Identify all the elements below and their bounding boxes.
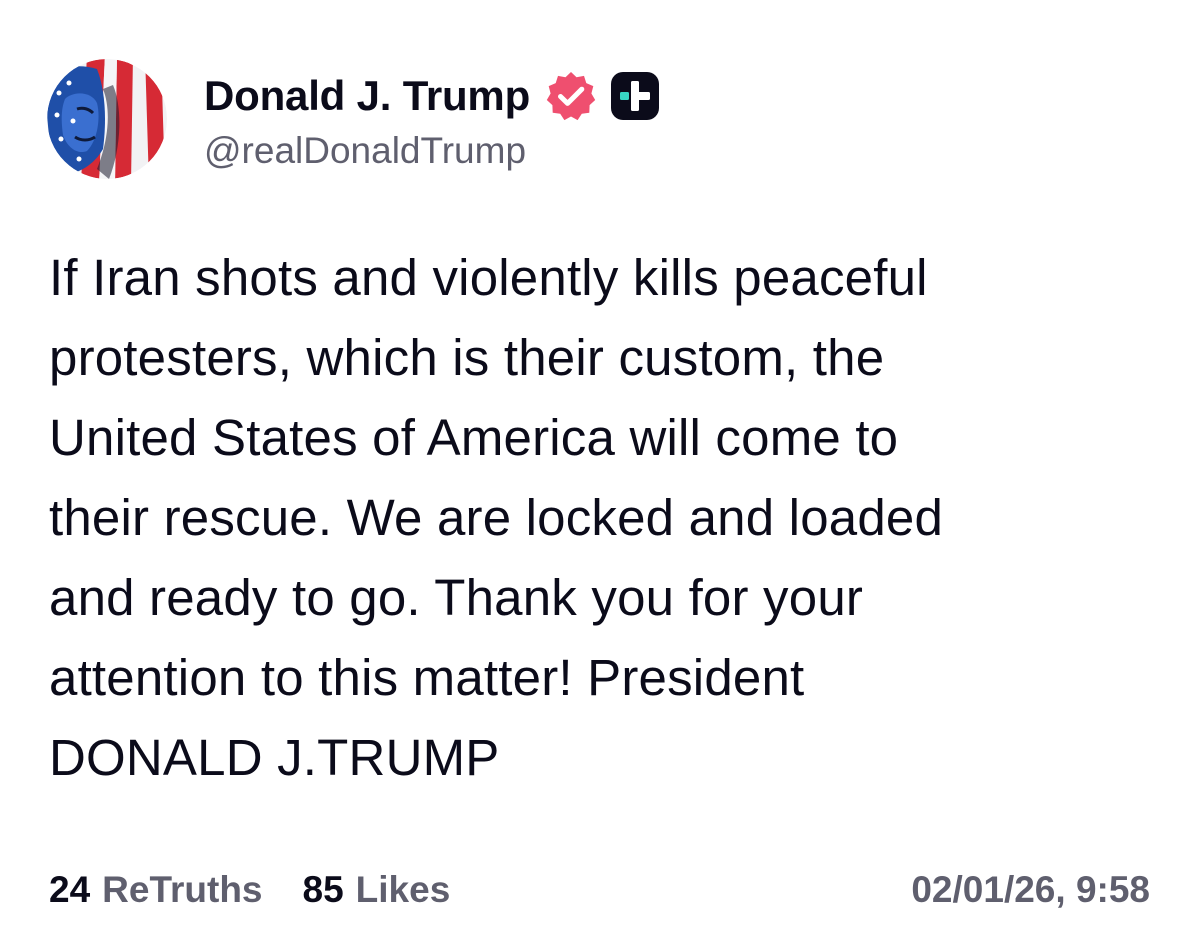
post-text: If Iran shots and violently kills peacef… xyxy=(49,249,944,786)
retruths-count: 24 xyxy=(49,869,91,910)
plus-badge-icon xyxy=(611,72,660,120)
post-card: Donald J. Trump @realDonaldTrump If Iran… xyxy=(0,0,1200,941)
account-handle[interactable]: @realDonaldTrump xyxy=(204,130,662,172)
likes-label: Likes xyxy=(355,869,451,910)
avatar[interactable] xyxy=(47,59,167,179)
account-names: Donald J. Trump @realDonaldTrump xyxy=(204,66,662,172)
post-header: Donald J. Trump @realDonaldTrump xyxy=(47,58,662,180)
display-name[interactable]: Donald J. Trump xyxy=(204,72,530,120)
post-timestamp[interactable]: 02/01/26, 9:58 xyxy=(911,869,1150,911)
retruths-stat[interactable]: 24 ReTruths xyxy=(49,869,263,911)
post-stats: 24 ReTruths 85 Likes 02/01/26, 9:58 xyxy=(49,862,1150,918)
likes-stat[interactable]: 85 Likes xyxy=(303,869,451,911)
verified-badge-icon xyxy=(546,72,596,121)
retruths-label: ReTruths xyxy=(102,869,263,910)
avatar-image xyxy=(47,59,167,179)
likes-count: 85 xyxy=(302,869,344,910)
name-row: Donald J. Trump xyxy=(204,66,662,126)
